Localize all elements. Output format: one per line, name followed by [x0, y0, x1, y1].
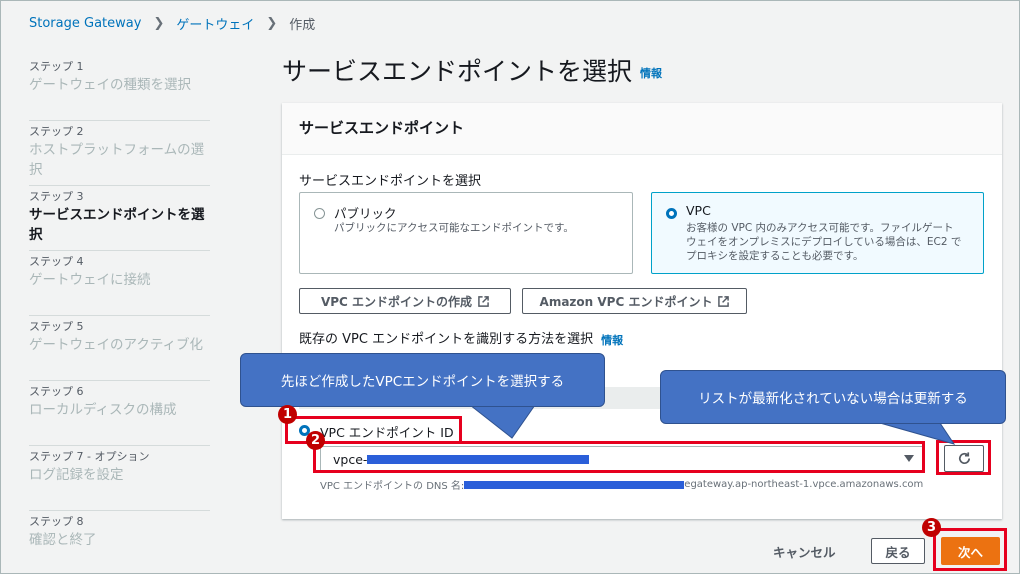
amazon-vpc-endpoint-button[interactable]: Amazon VPC エンドポイント: [522, 288, 747, 314]
breadcrumb-create: 作成: [289, 18, 316, 33]
step-number: ステップ 7 - オプション: [29, 450, 150, 463]
step-5: ステップ 5 ゲートウェイのアクティブ化: [29, 316, 210, 381]
badge-3: 3: [922, 518, 941, 537]
amazon-vpc-endpoint-label: Amazon VPC エンドポイント: [539, 294, 713, 309]
public-desc: パブリックにアクセス可能なエンドポイントです。: [334, 222, 574, 234]
page-title-text: サービスエンドポイントを選択: [282, 57, 633, 86]
external-link-icon: [718, 295, 730, 307]
step-number: ステップ 1: [29, 60, 84, 73]
step-name: ログ記録を設定: [29, 467, 124, 483]
external-link-icon: [478, 295, 489, 307]
cancel-button[interactable]: キャンセル: [773, 542, 836, 561]
chevron-right-icon: ❯: [266, 16, 278, 31]
step-number: ステップ 4: [29, 255, 84, 268]
step-number: ステップ 3: [29, 190, 84, 203]
step-name: ゲートウェイのアクティブ化: [29, 337, 204, 353]
step-number: ステップ 6: [29, 385, 84, 398]
step-number: ステップ 8: [29, 515, 84, 528]
badge-2: 2: [306, 431, 325, 450]
endpoint-select-label: サービスエンドポイントを選択: [299, 174, 482, 189]
step-number: ステップ 5: [29, 320, 84, 333]
step-2: ステップ 2 ホストプラットフォームの選択: [29, 121, 210, 186]
vpc-title: VPC: [686, 203, 711, 218]
page-title: サービスエンドポイントを選択 情報: [282, 52, 662, 88]
step-7: ステップ 7 - オプション ログ記録を設定: [29, 446, 210, 511]
panel-header: サービスエンドポイント: [282, 103, 1002, 155]
breadcrumb: Storage Gateway ❯ ゲートウェイ ❯ 作成: [29, 14, 315, 33]
step-3: ステップ 3 サービスエンドポイントを選択: [29, 186, 210, 251]
annotation-box-next: [933, 528, 1007, 571]
identify-method-text: 既存の VPC エンドポイントを識別する方法を選択: [299, 332, 594, 347]
public-title: パブリック: [334, 206, 397, 221]
step-name: ローカルディスクの構成: [29, 402, 177, 418]
identify-method-label: 既存の VPC エンドポイントを識別する方法を選択 情報: [299, 328, 623, 348]
dns-name-hint: VPC エンドポイントの DNS 名: egateway.ap-northeas…: [320, 477, 923, 492]
redacted-dns: [464, 480, 685, 489]
wizard-steps: ステップ 1 ゲートウェイの種類を選択 ステップ 2 ホストプラットフォームの選…: [29, 56, 210, 574]
back-button[interactable]: 戻る: [871, 538, 925, 564]
dns-label: VPC エンドポイントの DNS 名:: [320, 481, 465, 492]
vpc-desc: お客様の VPC 内のみアクセス可能です。ファイルゲート ウェイをオンプレミスに…: [686, 221, 961, 263]
vpc-desc-line: お客様の VPC 内のみアクセス可能です。ファイルゲート: [686, 222, 954, 234]
breadcrumb-storage-gateway[interactable]: Storage Gateway: [29, 16, 141, 31]
callout-select-endpoint: 先ほど作成したVPCエンドポイントを選択する: [240, 353, 605, 407]
vpc-desc-line: プロキシを設定することも必要です。: [686, 250, 864, 262]
step-name: サービスエンドポイントを選択: [29, 207, 205, 243]
badge-1: 1: [278, 405, 297, 424]
create-vpc-endpoint-button[interactable]: VPC エンドポイントの作成: [299, 288, 511, 314]
public-option-tile[interactable]: パブリック パブリックにアクセス可能なエンドポイントです。: [299, 192, 633, 274]
info-link[interactable]: 情報: [640, 67, 662, 80]
step-6: ステップ 6 ローカルディスクの構成: [29, 381, 210, 446]
step-number: ステップ 2: [29, 125, 84, 138]
callout-refresh-list: リストが最新化されていない場合は更新する: [660, 370, 1006, 424]
step-name: ゲートウェイの種類を選択: [29, 77, 191, 93]
step-8: ステップ 8 確認と終了: [29, 511, 210, 574]
step-name: ホストプラットフォームの選択: [29, 142, 205, 178]
step-name: 確認と終了: [29, 532, 97, 548]
identify-info-link[interactable]: 情報: [601, 334, 623, 347]
create-vpc-endpoint-label: VPC エンドポイントの作成: [320, 294, 473, 309]
public-radio[interactable]: [314, 208, 325, 219]
vpc-option-tile[interactable]: VPC お客様の VPC 内のみアクセス可能です。ファイルゲート ウェイをオンプ…: [651, 192, 984, 274]
annotation-box-select: [313, 441, 925, 473]
dns-suffix: egateway.ap-northeast-1.vpce.amazonaws.c…: [684, 479, 924, 490]
step-4: ステップ 4 ゲートウェイに接続: [29, 251, 210, 316]
vpc-desc-line: ウェイをオンプレミスにデプロイしている場合は、EC2 で: [686, 236, 962, 248]
breadcrumb-gateway[interactable]: ゲートウェイ: [176, 14, 254, 33]
step-name: ゲートウェイに接続: [29, 272, 151, 288]
vpc-radio[interactable]: [666, 208, 677, 219]
chevron-right-icon: ❯: [153, 16, 165, 31]
annotation-box-refresh: [936, 440, 991, 475]
step-1: ステップ 1 ゲートウェイの種類を選択: [29, 56, 210, 121]
